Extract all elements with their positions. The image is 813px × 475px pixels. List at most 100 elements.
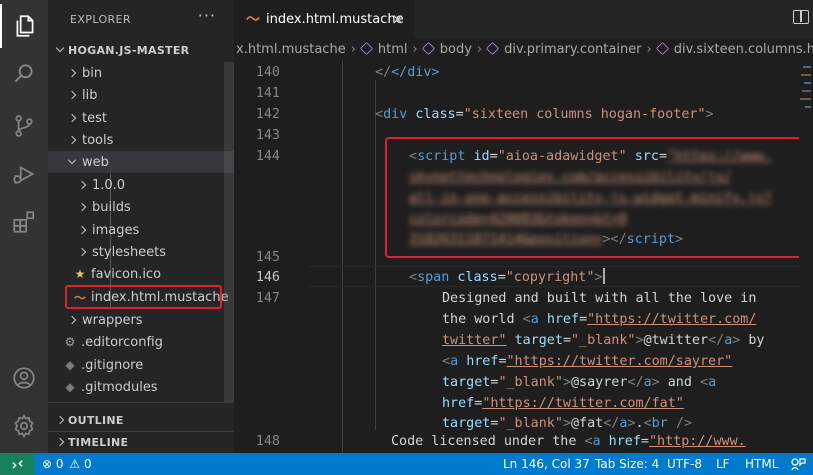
chevron-down-icon xyxy=(64,155,80,169)
explorer-sidebar: EXPLORER ··· HOGAN.JS-MASTER bin lib tes… xyxy=(48,0,234,453)
chevron-right-icon xyxy=(52,435,68,449)
breadcrumb-file[interactable]: x.html.mustache xyxy=(236,42,346,57)
breadcrumb-item-div-sixteen[interactable]: div.sixteen.columns.hogan-f xyxy=(655,41,813,57)
chevron-right-icon xyxy=(64,66,80,80)
extensions-icon[interactable] xyxy=(0,200,48,244)
timeline-section[interactable]: TIMELINE xyxy=(48,431,234,453)
chevron-right-icon xyxy=(74,200,90,214)
root-folder[interactable]: HOGAN.JS-MASTER xyxy=(48,39,234,61)
cursor-position[interactable]: Ln 146, Col 37 xyxy=(503,457,590,471)
chevron-right-icon xyxy=(64,111,80,125)
line-number: 143 xyxy=(255,128,280,143)
tab-index-mustache[interactable]: 〜 index.html.mustache × xyxy=(234,0,414,38)
error-icon: ⊗ xyxy=(42,457,53,471)
problems-indicator[interactable]: ⊗ 0 ⚠ 0 xyxy=(42,457,92,471)
element-icon xyxy=(359,41,374,55)
split-editor-icon[interactable] xyxy=(793,10,809,24)
chevron-down-icon xyxy=(52,43,68,57)
tree-item-favicon[interactable]: ★ favicon.ico xyxy=(48,263,234,285)
tree-item-web[interactable]: web xyxy=(48,151,234,173)
run-debug-icon[interactable] xyxy=(0,152,48,196)
tree-item-editorconfig[interactable]: ⚙ .editorconfig xyxy=(48,331,234,353)
status-bar: ⊗ 0 ⚠ 0 Ln 146, Col 37 Tab Size: 4 UTF-8… xyxy=(0,453,813,475)
element-icon xyxy=(421,41,435,55)
timeline-label: TIMELINE xyxy=(68,435,129,449)
minimap[interactable] xyxy=(799,60,813,453)
breadcrumb-item-html[interactable]: html xyxy=(359,41,408,57)
tree-item-label: 1.0.0 xyxy=(92,177,126,193)
minimap-line xyxy=(803,66,811,68)
text-cursor xyxy=(602,268,605,284)
tree-item-wrappers[interactable]: wrappers xyxy=(48,309,234,331)
tree-item-tools[interactable]: tools xyxy=(48,129,234,151)
tab-label: index.html.mustache xyxy=(266,11,404,27)
divider xyxy=(48,402,234,403)
breadcrumb: x.html.mustache › html › body › div.prim… xyxy=(234,38,813,60)
code-line-140: </</div> xyxy=(375,65,440,80)
encoding[interactable]: UTF-8 xyxy=(667,457,702,471)
minimap-line xyxy=(801,74,811,76)
tree-item-test[interactable]: test xyxy=(48,107,234,129)
tree-item-label: .gitignore xyxy=(81,357,144,373)
element-icon xyxy=(485,41,500,55)
tree-item-label: web xyxy=(82,154,109,170)
tree-item-stylesheets[interactable]: stylesheets xyxy=(48,241,234,263)
outline-section[interactable]: OUTLINE xyxy=(48,409,234,431)
element-icon xyxy=(655,41,669,55)
tree-item-label: .gitmodules xyxy=(81,379,158,395)
outline-label: OUTLINE xyxy=(68,413,124,427)
highlight-box xyxy=(65,285,222,309)
tree-item-label: wrappers xyxy=(82,312,143,328)
minimap-line xyxy=(805,106,811,108)
account-icon[interactable] xyxy=(0,356,48,400)
tree-item-builds[interactable]: builds xyxy=(48,196,234,218)
tree-item-label: tools xyxy=(82,132,114,148)
settings-gear-icon[interactable] xyxy=(0,404,48,448)
code-line-147-wrap: twitter" target="_blank">@twitter</a> by xyxy=(442,333,765,348)
chevron-right-icon xyxy=(74,223,90,237)
close-icon[interactable]: × xyxy=(391,10,404,28)
code-line-147-wrap: <a href="https://twitter.com/sayrer" xyxy=(442,354,733,369)
line-ending[interactable]: LF xyxy=(716,457,730,471)
tree-item-gitmodules[interactable]: ◆ .gitmodules xyxy=(48,376,234,398)
code-line-147-wrap: href="https://twitter.com/fat" xyxy=(442,396,684,411)
minimap-line xyxy=(804,82,811,84)
line-number: 147 xyxy=(255,291,280,306)
minimap-line xyxy=(802,90,811,92)
explorer-icon[interactable] xyxy=(0,4,48,48)
line-number: 142 xyxy=(255,107,280,122)
code-line-147-wrap: the world <a href="https://twitter.com/ xyxy=(442,312,757,327)
sidebar-scrollbar[interactable] xyxy=(224,62,234,402)
code-editor[interactable]: 140 141 142 143 144 145 146 147 148 </</… xyxy=(234,60,813,453)
tree-item-label: builds xyxy=(92,199,131,215)
chevron-right-icon xyxy=(74,178,90,192)
warning-count: 0 xyxy=(83,457,92,471)
tree-item-label: lib xyxy=(82,87,98,103)
root-folder-label: HOGAN.JS-MASTER xyxy=(68,43,190,57)
code-line-146: <span class="copyright"> xyxy=(409,268,605,285)
more-actions-icon[interactable]: ··· xyxy=(198,6,216,25)
search-icon[interactable] xyxy=(0,52,48,96)
breadcrumb-item-div-primary[interactable]: div.primary.container xyxy=(485,41,642,57)
tab-bar: 〜 index.html.mustache × xyxy=(234,0,813,38)
line-number: 144 xyxy=(255,149,280,164)
remote-indicator[interactable] xyxy=(0,453,34,475)
tree-item-1-0-0[interactable]: 1.0.0 xyxy=(48,174,234,196)
tree-item-images[interactable]: images xyxy=(48,219,234,241)
line-number: 140 xyxy=(255,65,280,80)
tree-item-label: test xyxy=(82,110,107,126)
tab-size[interactable]: Tab Size: 4 xyxy=(595,457,659,471)
tree-item-bin[interactable]: bin xyxy=(48,62,234,84)
feedback-icon[interactable] xyxy=(790,457,806,474)
tree-item-label: stylesheets xyxy=(92,244,167,260)
breadcrumb-item-body[interactable]: body xyxy=(421,41,472,57)
star-icon: ★ xyxy=(74,267,86,281)
minimap-line xyxy=(800,98,811,100)
tree-item-gitignore[interactable]: ◆ .gitignore xyxy=(48,354,234,376)
tree-item-lib[interactable]: lib xyxy=(48,84,234,106)
code-line-148: Code licensed under the <a href="http://… xyxy=(391,434,746,449)
line-number: 146 xyxy=(255,270,280,285)
tree-item-label: .editorconfig xyxy=(81,334,163,350)
source-control-icon[interactable] xyxy=(0,104,48,148)
language-mode[interactable]: HTML xyxy=(745,457,778,471)
